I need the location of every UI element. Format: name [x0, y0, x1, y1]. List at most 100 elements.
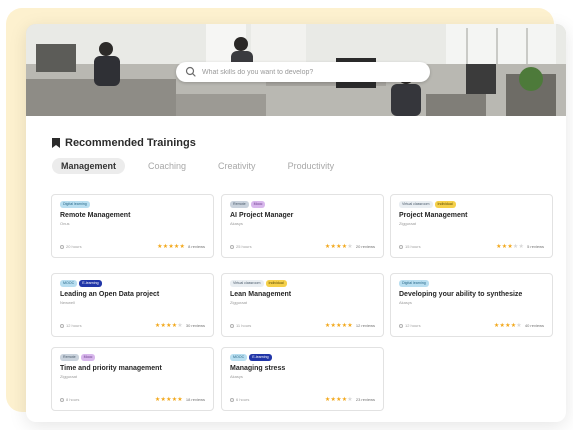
rating: ★★★★★ 23 reviews — [325, 396, 375, 403]
training-card[interactable]: MOOC E-learning Managing stress Akasys 6 hou… — [221, 347, 384, 411]
clock-icon — [60, 323, 64, 328]
duration: 8 hours — [60, 397, 79, 402]
star-rating: ★★★★★ — [325, 396, 353, 403]
badge-row: Virtual classroom Individual — [230, 280, 375, 287]
review-count: 23 reviews — [355, 397, 375, 402]
badge-row: Remote Mooc — [230, 201, 375, 208]
duration: 11 hours — [230, 323, 251, 328]
review-count: 20 reviews — [355, 244, 375, 249]
review-count: 5 reviews — [527, 244, 544, 249]
training-title: Managing stress — [230, 365, 286, 372]
badge-row: MOOC E-learning — [60, 280, 205, 287]
star-rating: ★★★★★ — [157, 243, 185, 250]
duration: 15 hours — [399, 244, 421, 249]
duration-text: 6 hours — [236, 397, 250, 402]
duration-text: 12 hours — [405, 323, 421, 328]
training-provider: Zigguraat — [399, 221, 416, 226]
bookmark-icon — [52, 138, 60, 148]
star-icon: ★ — [347, 323, 353, 329]
star-rating: ★★★★★ — [494, 322, 522, 329]
rating: ★★★★★ 5 reviews — [496, 243, 544, 250]
trainings-panel: Recommended Trainings Management Coachin… — [26, 24, 566, 422]
clock-icon — [399, 244, 403, 249]
duration: 20 hours — [60, 244, 82, 249]
training-card[interactable]: MOOC E-learning Leading an Open Data proje… — [51, 273, 214, 337]
duration-text: 8 hours — [66, 397, 80, 402]
clock-icon — [230, 323, 234, 328]
duration: 12 hours — [399, 323, 421, 328]
star-rating: ★★★★★ — [325, 243, 353, 250]
duration-text: 12 hours — [66, 323, 82, 328]
rating: ★★★★★ 18 reviews — [155, 396, 205, 403]
badge-row: Digital learning — [60, 201, 205, 208]
star-rating: ★★★★★ — [325, 322, 353, 329]
card-footer: 8 hours ★★★★★ 18 reviews — [60, 396, 205, 403]
search-icon — [185, 66, 196, 77]
card-footer: 20 hours ★★★★★ 8 reviews — [60, 243, 205, 250]
training-title: Lean Management — [230, 291, 292, 298]
format-badge: Individual — [434, 201, 456, 208]
clock-icon — [60, 397, 64, 402]
review-count: 30 reviews — [185, 323, 205, 328]
training-provider: Akasys — [230, 374, 243, 379]
review-count: 12 reviews — [355, 323, 375, 328]
clock-icon — [230, 397, 234, 402]
format-badge: Virtual classroom — [399, 201, 433, 208]
training-card[interactable]: Digital learning Remote Management Onus 20 … — [51, 194, 214, 258]
rating: ★★★★★ 12 reviews — [325, 322, 375, 329]
training-card[interactable]: Remote Mooc AI Project Manager Akasys 25 hou… — [221, 194, 384, 258]
search-bar[interactable] — [176, 62, 430, 82]
rating: ★★★★★ 40 reviews — [494, 322, 544, 329]
format-badge: Mooc — [250, 201, 266, 208]
format-badge: Virtual classroom — [230, 280, 264, 287]
format-badge: Remote — [230, 201, 249, 208]
format-badge: Individual — [265, 280, 287, 287]
training-title: Leading an Open Data project — [60, 291, 160, 298]
training-card[interactable]: Virtual classroom Individual Lean Manageme… — [221, 273, 384, 337]
duration: 6 hours — [230, 397, 249, 402]
badge-row: Digital learning — [399, 280, 544, 287]
training-card[interactable]: Remote Mooc Time and priority management Zi… — [51, 347, 214, 411]
training-card[interactable]: Digital learning Developing your ability … — [390, 273, 553, 337]
training-card[interactable]: Virtual classroom Individual Project Manag… — [390, 194, 553, 258]
section-title: Recommended Trainings — [65, 137, 196, 149]
format-badge: E-learning — [79, 280, 102, 287]
duration-text: 11 hours — [236, 323, 252, 328]
duration-text: 20 hours — [66, 244, 82, 249]
card-footer: 15 hours ★★★★★ 5 reviews — [399, 243, 544, 250]
tab-creativity[interactable]: Creativity — [209, 158, 265, 174]
star-icon: ★ — [516, 323, 522, 329]
rating: ★★★★★ 8 reviews — [157, 243, 205, 250]
tab-management[interactable]: Management — [52, 158, 126, 174]
review-count: 18 reviews — [185, 397, 205, 402]
card-footer: 6 hours ★★★★★ 23 reviews — [230, 396, 375, 403]
training-provider: Newwell — [60, 300, 75, 305]
section-header: Recommended Trainings — [52, 137, 196, 149]
training-title: Developing your ability to synthesize — [399, 291, 523, 298]
training-title: Project Management — [399, 212, 468, 219]
duration-text: 25 hours — [236, 244, 252, 249]
star-rating: ★★★★★ — [496, 243, 524, 250]
training-provider: Akasys — [230, 221, 243, 226]
tab-coaching[interactable]: Coaching — [139, 158, 195, 174]
format-badge: Digital learning — [399, 280, 429, 287]
search-input[interactable] — [202, 68, 412, 76]
star-icon: ★ — [179, 244, 186, 250]
training-provider: Zigguraat — [60, 374, 77, 379]
tab-productivity[interactable]: Productivity — [279, 158, 344, 174]
card-footer: 12 hours ★★★★★ 30 reviews — [60, 322, 205, 329]
star-icon: ★ — [177, 323, 183, 329]
rating: ★★★★★ 20 reviews — [325, 243, 375, 250]
star-rating: ★★★★★ — [155, 396, 183, 403]
format-badge: Digital learning — [60, 201, 90, 208]
review-count: 8 reviews — [188, 244, 205, 249]
card-footer: 11 hours ★★★★★ 12 reviews — [230, 322, 375, 329]
star-icon: ★ — [518, 244, 525, 250]
badge-row: Remote Mooc — [60, 354, 205, 361]
category-tabs: Management Coaching Creativity Productiv… — [52, 158, 343, 174]
duration: 25 hours — [230, 244, 252, 249]
duration-text: 15 hours — [405, 244, 421, 249]
star-rating: ★★★★★ — [155, 322, 183, 329]
training-title: AI Project Manager — [230, 212, 294, 219]
star-icon: ★ — [347, 397, 353, 403]
